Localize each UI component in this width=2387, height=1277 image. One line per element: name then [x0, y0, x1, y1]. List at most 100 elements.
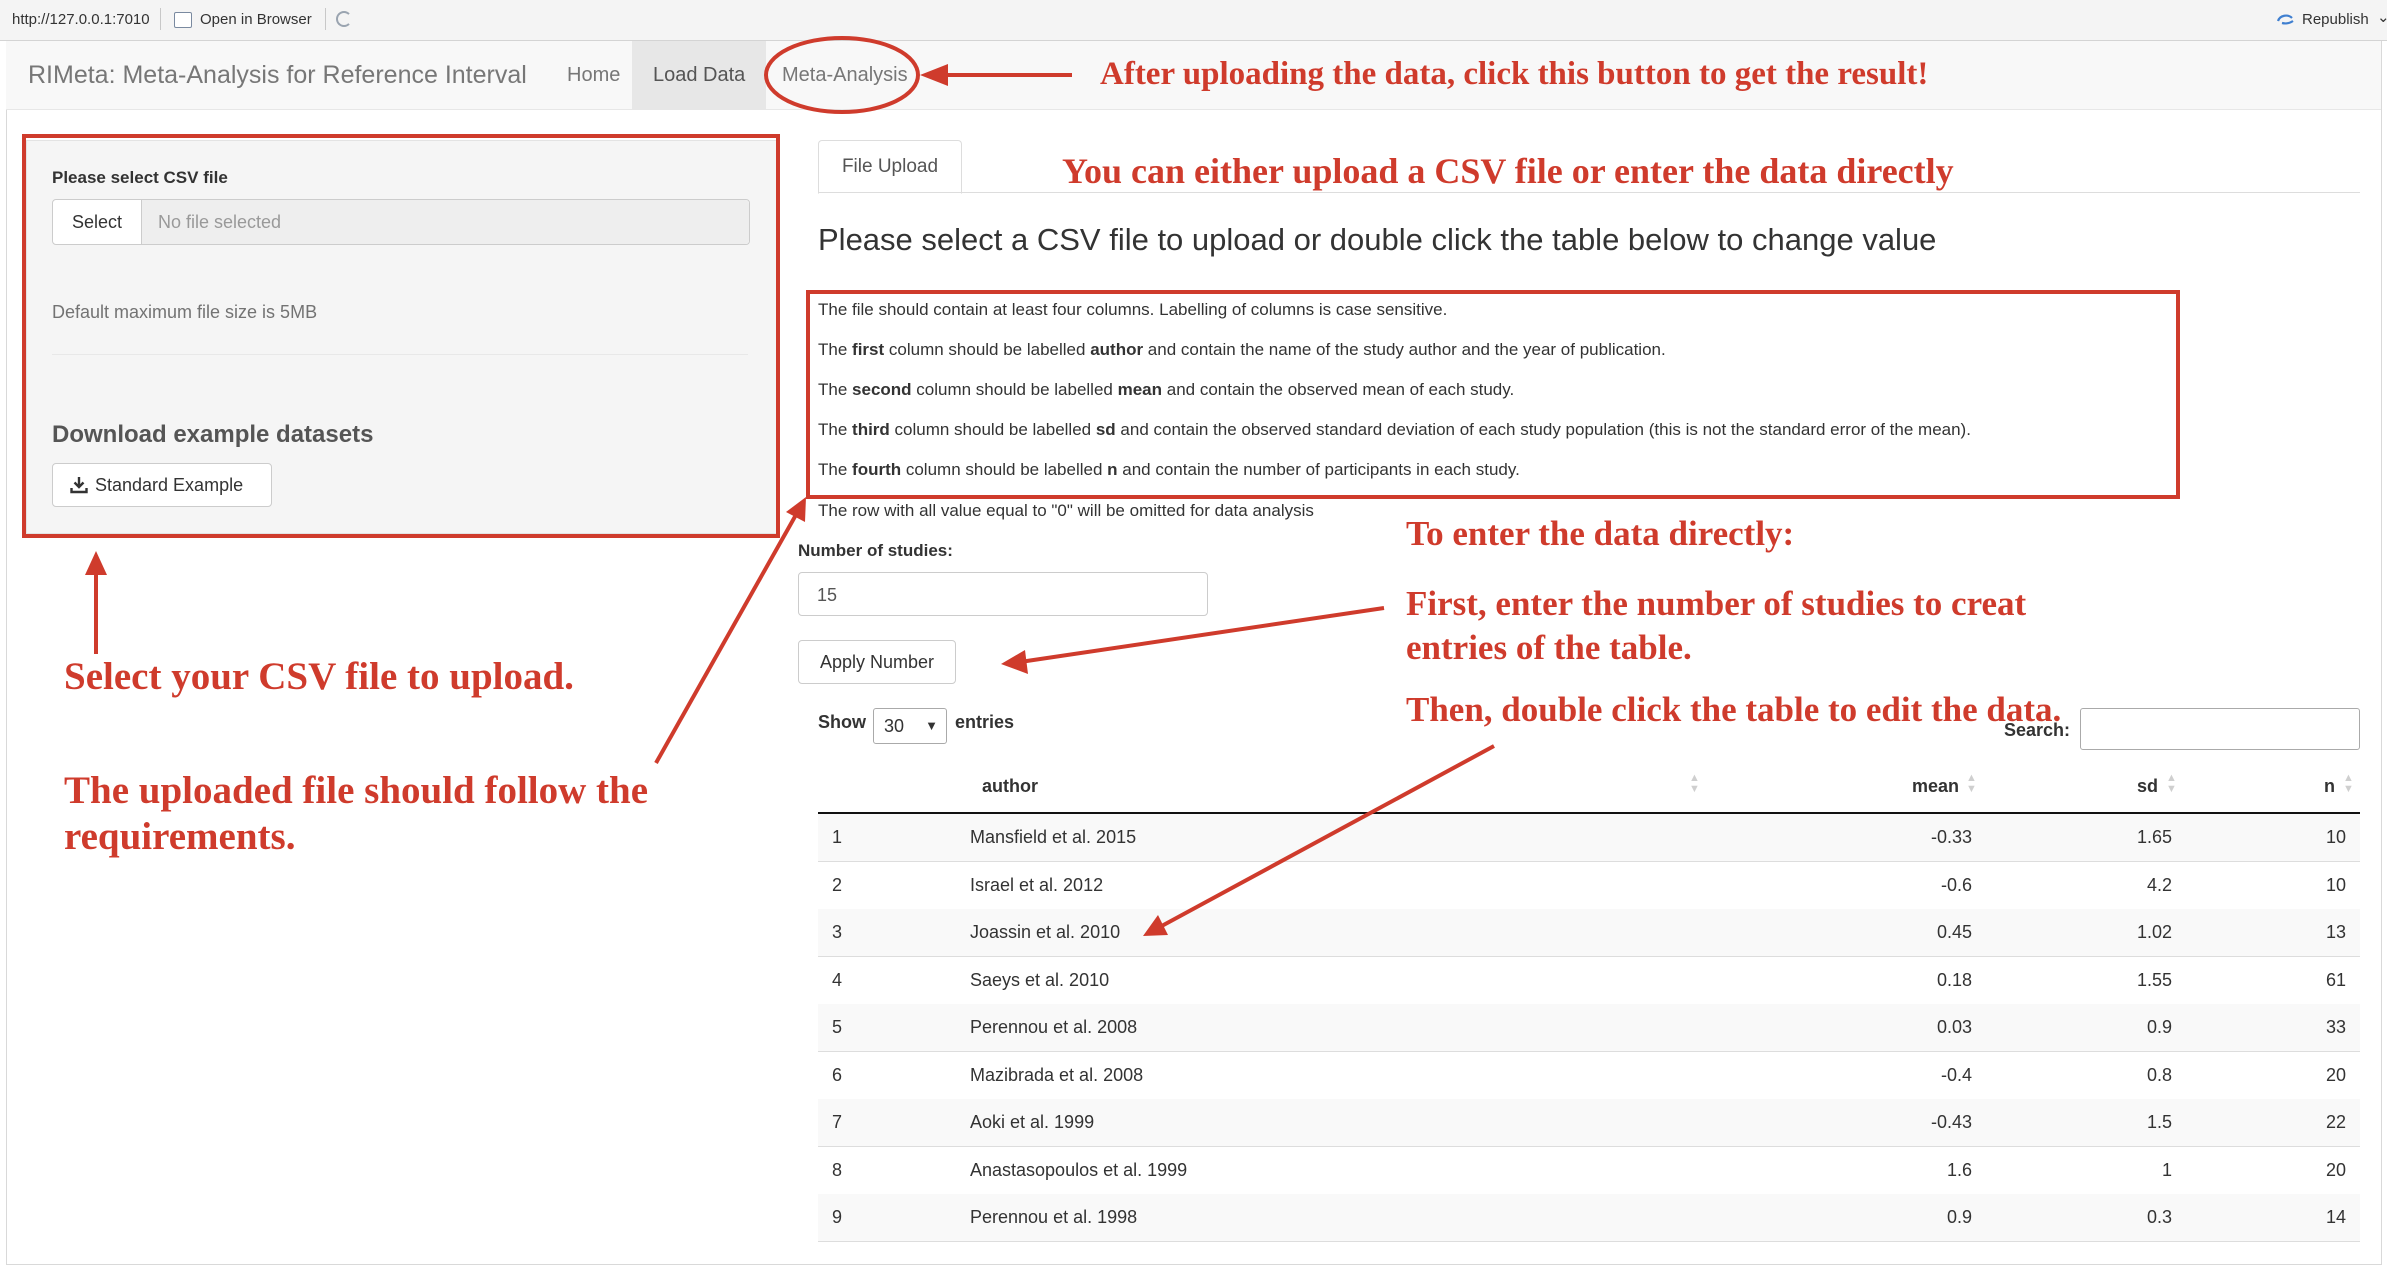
search-input[interactable] — [2080, 708, 2360, 750]
table-row[interactable]: 3 Joassin et al. 2010 0.45 1.02 13 — [818, 909, 2360, 957]
n-cell[interactable]: 14 — [2326, 1207, 2346, 1228]
row-index[interactable]: 4 — [832, 970, 842, 991]
sort-icon[interactable]: ▲ ▼ — [2343, 773, 2354, 795]
author-cell[interactable]: Joassin et al. 2010 — [970, 922, 1120, 943]
row-index[interactable]: 5 — [832, 1017, 842, 1038]
download-heading: Download example datasets — [52, 421, 374, 448]
table-row[interactable]: 4 Saeys et al. 2010 0.18 1.55 61 — [818, 957, 2360, 1005]
mean-cell[interactable]: -0.33 — [1931, 827, 1972, 848]
author-cell[interactable]: Anastasopoulos et al. 1999 — [970, 1160, 1187, 1181]
row-index[interactable]: 1 — [832, 827, 842, 848]
table-row[interactable]: 1 Mansfield et al. 2015 -0.33 1.65 10 — [818, 814, 2360, 862]
n-cell[interactable]: 20 — [2326, 1065, 2346, 1086]
n-cell[interactable]: 33 — [2326, 1017, 2346, 1038]
apply-number-button[interactable]: Apply Number — [798, 640, 956, 684]
mean-cell[interactable]: -0.6 — [1941, 875, 1972, 896]
tab-file-upload[interactable]: File Upload — [818, 140, 962, 194]
mean-cell[interactable]: 0.03 — [1937, 1017, 1972, 1038]
standard-example-label: Standard Example — [95, 475, 244, 495]
sort-icon[interactable]: ▲ ▼ — [2166, 773, 2177, 795]
file-input[interactable]: Select No file selected — [52, 199, 750, 245]
requirement-column-name: author — [1090, 340, 1144, 359]
page-length-value: 30 — [884, 716, 905, 736]
requirement-line: The fourth column should be labelled n a… — [818, 460, 1520, 480]
author-cell[interactable]: Mansfield et al. 2015 — [970, 827, 1136, 848]
row-index[interactable]: 2 — [832, 875, 842, 896]
requirement-text: column should be labelled — [911, 380, 1118, 399]
annotation-tab-hint: You can either upload a CSV file or ente… — [1062, 151, 1954, 191]
table-row[interactable]: 8 Anastasopoulos et al. 1999 1.6 1 20 — [818, 1147, 2360, 1195]
page-length-select[interactable]: 30 ▼ — [873, 708, 947, 744]
sd-cell[interactable]: 1.02 — [2137, 922, 2172, 943]
requirement-keyword: fourth — [852, 460, 902, 479]
n-cell[interactable]: 10 — [2326, 827, 2346, 848]
column-header-author[interactable]: author — [982, 776, 1038, 797]
author-cell[interactable]: Aoki et al. 1999 — [970, 1112, 1094, 1133]
n-cell[interactable]: 13 — [2326, 922, 2346, 943]
sd-cell[interactable]: 0.3 — [2147, 1207, 2172, 1228]
mean-cell[interactable]: 1.6 — [1947, 1160, 1972, 1181]
requirement-text: and contain the observed mean of each st… — [1162, 380, 1515, 399]
sd-cell[interactable]: 0.9 — [2147, 1017, 2172, 1038]
num-studies-input[interactable]: 15 — [798, 572, 1208, 616]
table-row[interactable]: 5 Perennou et al. 2008 0.03 0.9 33 — [818, 1004, 2360, 1052]
sd-cell[interactable]: 1 — [2162, 1160, 2172, 1181]
table-row[interactable]: 7 Aoki et al. 1999 -0.43 1.5 22 — [818, 1099, 2360, 1147]
zero-row-note: The row with all value equal to "0" will… — [818, 501, 1314, 520]
table-row[interactable]: 6 Mazibrada et al. 2008 -0.4 0.8 20 — [818, 1052, 2360, 1100]
requirement-text: column should be labelled — [889, 420, 1096, 439]
mean-cell[interactable]: 0.18 — [1937, 970, 1972, 991]
mean-cell[interactable]: 0.9 — [1947, 1207, 1972, 1228]
entries-text: entries — [955, 712, 1015, 732]
table-row[interactable]: 9 Perennou et al. 1998 0.9 0.3 14 — [818, 1194, 2360, 1242]
row-index[interactable]: 9 — [832, 1207, 842, 1228]
mean-cell[interactable]: 0.45 — [1937, 922, 1972, 943]
sd-cell[interactable]: 4.2 — [2147, 875, 2172, 896]
sd-cell[interactable]: 1.5 — [2147, 1112, 2172, 1133]
file-input-label: Please select CSV file — [52, 168, 228, 187]
row-index[interactable]: 6 — [832, 1065, 842, 1086]
requirement-line: The file should contain at least four co… — [818, 300, 1447, 320]
republish-button[interactable]: Republish — [2302, 11, 2369, 28]
sd-cell[interactable]: 1.65 — [2137, 827, 2172, 848]
column-header-n[interactable]: n — [2324, 776, 2335, 797]
row-index[interactable]: 7 — [832, 1112, 842, 1133]
toolbar-divider — [160, 8, 161, 30]
sort-icon[interactable]: ▲ ▼ — [1966, 773, 1977, 795]
n-cell[interactable]: 10 — [2326, 875, 2346, 896]
refresh-icon[interactable] — [336, 11, 352, 27]
annotation-direct-title: To enter the data directly: — [1406, 514, 1795, 553]
sd-cell[interactable]: 1.55 — [2137, 970, 2172, 991]
requirement-line: The first column should be labelled auth… — [818, 340, 1666, 360]
nav-home[interactable]: Home — [546, 41, 641, 109]
select-file-button[interactable]: Select — [53, 200, 142, 244]
open-in-browser-button[interactable]: Open in Browser — [200, 11, 312, 28]
app-brand[interactable]: RIMeta: Meta-Analysis for Reference Inte… — [28, 61, 527, 90]
standard-example-button[interactable]: Standard Example — [52, 463, 272, 507]
table-row[interactable]: 2 Israel et al. 2012 -0.6 4.2 10 — [818, 862, 2360, 910]
author-cell[interactable]: Perennou et al. 1998 — [970, 1207, 1137, 1228]
mean-cell[interactable]: -0.43 — [1931, 1112, 1972, 1133]
author-cell[interactable]: Mazibrada et al. 2008 — [970, 1065, 1143, 1086]
nav-meta-analysis[interactable]: Meta-Analysis — [761, 41, 929, 109]
row-index[interactable]: 3 — [832, 922, 842, 943]
column-header-sd[interactable]: sd — [2137, 776, 2158, 797]
nav-load-data[interactable]: Load Data — [632, 41, 767, 109]
sort-icon[interactable]: ▲ ▼ — [1689, 773, 1700, 795]
sd-cell[interactable]: 0.8 — [2147, 1065, 2172, 1086]
column-header-mean[interactable]: mean — [1912, 776, 1959, 797]
n-cell[interactable]: 20 — [2326, 1160, 2346, 1181]
republish-menu-icon[interactable]: ⌄ — [2377, 8, 2387, 26]
table-length-label: Show — [818, 712, 866, 733]
download-icon — [70, 477, 88, 494]
n-cell[interactable]: 61 — [2326, 970, 2346, 991]
file-size-help: Default maximum file size is 5MB — [52, 302, 318, 322]
author-cell[interactable]: Saeys et al. 2010 — [970, 970, 1109, 991]
mean-cell[interactable]: -0.4 — [1941, 1065, 1972, 1086]
author-cell[interactable]: Israel et al. 2012 — [970, 875, 1103, 896]
n-cell[interactable]: 22 — [2326, 1112, 2346, 1133]
author-cell[interactable]: Perennou et al. 2008 — [970, 1017, 1137, 1038]
annotation-step2: Then, double click the table to edit the… — [1406, 690, 2062, 729]
annotation-follow-hint: The uploaded file should follow the — [64, 769, 649, 812]
row-index[interactable]: 8 — [832, 1160, 842, 1181]
